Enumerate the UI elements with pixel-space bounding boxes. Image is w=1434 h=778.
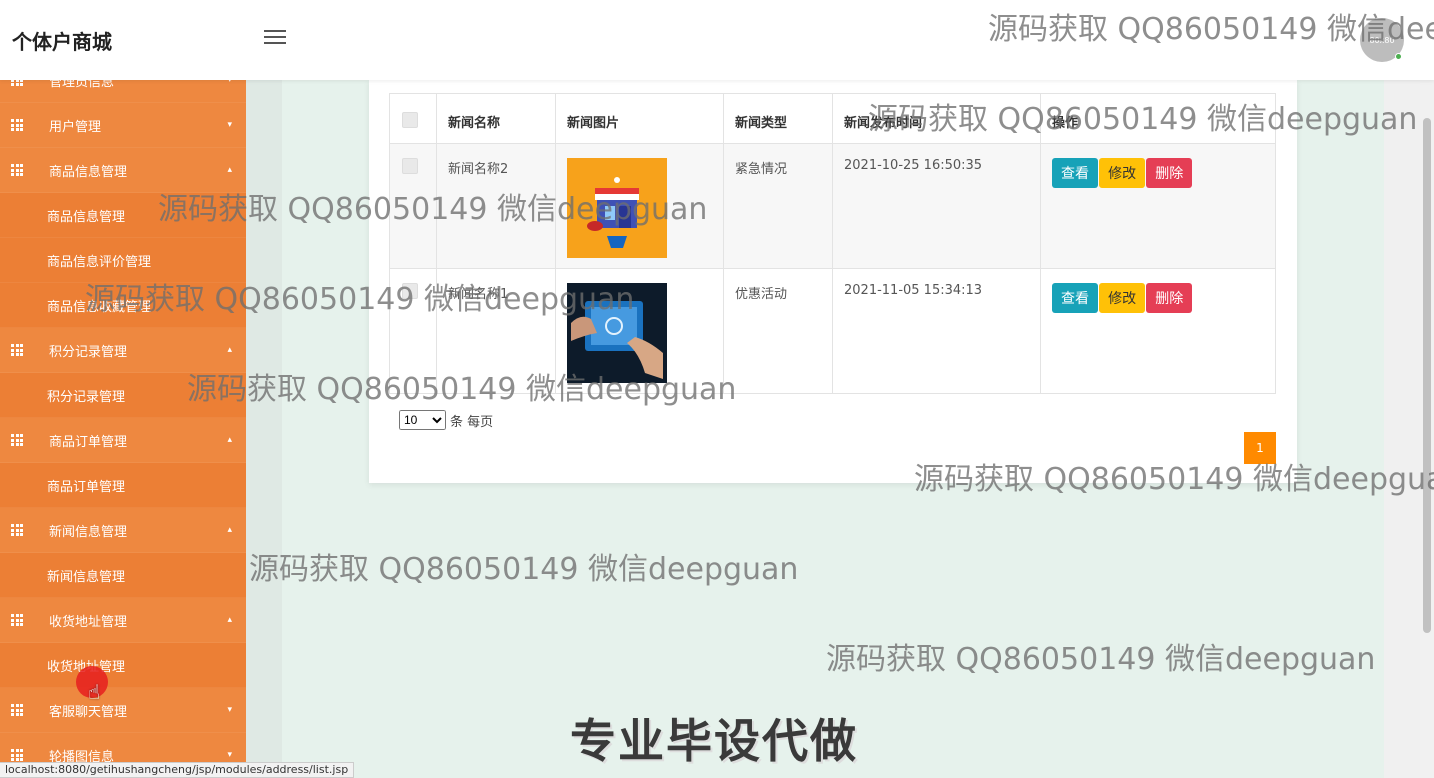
grid-icon	[11, 164, 23, 176]
sidebar-subitem-goods[interactable]: 商品信息管理	[0, 193, 246, 238]
sidebar-subitem-goods-favorite[interactable]: 商品信息收藏管理	[0, 283, 246, 328]
sidebar-item-chat[interactable]: 客服聊天管理 ▾	[0, 688, 246, 733]
view-button[interactable]: 查看	[1052, 283, 1098, 313]
caret-down-icon: ▾	[227, 705, 232, 715]
column-header[interactable]: 新闻名称	[436, 93, 556, 144]
grid-icon	[11, 614, 23, 626]
sidebar-item-address[interactable]: 收货地址管理 ▴	[0, 598, 246, 643]
sidebar-item-label: 用户管理	[49, 119, 102, 135]
table-row: 新闻名称1 优惠活动 2021-11-05 15:34:13 查看 修改 删除	[389, 268, 1276, 394]
sidebar-subitem-label: 积分记录管理	[47, 389, 126, 405]
content-left-gutter	[246, 80, 282, 778]
row-checkbox[interactable]	[402, 158, 418, 174]
sidebar-item-label: 积分记录管理	[49, 344, 128, 360]
sidebar-subitem-news[interactable]: 新闻信息管理	[0, 553, 246, 598]
sidebar-subitem-label: 新闻信息管理	[47, 569, 126, 585]
sidebar-item-goods[interactable]: 商品信息管理 ▴	[0, 148, 246, 193]
column-header: 操作	[1040, 93, 1276, 144]
sidebar-item-label: 商品订单管理	[49, 434, 128, 450]
sidebar-item-label: 管理员信息	[49, 80, 115, 90]
news-table: 新闻名称 新闻图片 新闻类型 新闻发布时间 操作 新闻名称2 紧急情况 2021…	[389, 93, 1276, 394]
grid-icon	[11, 704, 23, 716]
grid-icon	[11, 119, 23, 131]
caret-down-icon: ▾	[227, 750, 232, 760]
news-type-cell: 紧急情况	[723, 143, 833, 269]
news-time-cell: 2021-10-25 16:50:35	[832, 143, 1041, 269]
table-row: 新闻名称2 紧急情况 2021-10-25 16:50:35 查看 修改 删除	[389, 143, 1276, 269]
select-all-cell	[389, 93, 437, 144]
page-size-control: 10 条 每页	[399, 410, 493, 430]
avatar-text: 80x80	[1369, 35, 1395, 45]
news-type-cell: 优惠活动	[723, 268, 833, 394]
actions-cell: 查看 修改 删除	[1040, 268, 1276, 394]
browser-status-url: localhost:8080/getihushangcheng/jsp/modu…	[0, 762, 355, 778]
page-scrollbar[interactable]	[1420, 80, 1434, 778]
grid-icon	[11, 749, 23, 761]
sidebar-subitem-points[interactable]: 积分记录管理	[0, 373, 246, 418]
caret-down-icon: ▾	[227, 120, 232, 130]
news-name-cell: 新闻名称2	[436, 143, 556, 269]
sidebar-item-news[interactable]: 新闻信息管理 ▴	[0, 508, 246, 553]
select-all-checkbox[interactable]	[402, 112, 418, 128]
news-name-cell: 新闻名称1	[436, 268, 556, 394]
sidebar-item-admin-info[interactable]: 管理员信息 ▾	[0, 80, 246, 103]
row-select-cell	[389, 143, 437, 269]
actions-cell: 查看 修改 删除	[1040, 143, 1276, 269]
sidebar-subitem-label: 商品信息收藏管理	[47, 299, 152, 315]
sidebar-nav: 管理员信息 ▾ 用户管理 ▾ 商品信息管理 ▴ 商品信息管理 商品信息评价管理 …	[0, 80, 246, 778]
grid-icon	[11, 80, 23, 86]
sidebar-subitem-label: 商品信息评价管理	[47, 254, 152, 270]
caret-up-icon: ▴	[227, 525, 232, 535]
delete-button[interactable]: 删除	[1146, 283, 1193, 313]
brand-title: 个体户商城	[12, 30, 112, 54]
sidebar-item-label: 新闻信息管理	[49, 524, 128, 540]
news-time-cell: 2021-11-05 15:34:13	[832, 268, 1041, 394]
content-right-gutter	[1384, 80, 1420, 778]
tablet-touch-image	[567, 283, 667, 383]
edit-button[interactable]: 修改	[1099, 283, 1146, 313]
table-header-row: 新闻名称 新闻图片 新闻类型 新闻发布时间 操作	[389, 93, 1276, 144]
grid-icon	[11, 524, 23, 536]
news-image-cell	[555, 268, 724, 394]
grid-icon	[11, 344, 23, 356]
row-checkbox[interactable]	[402, 283, 418, 299]
sidebar-subitem-label: 商品信息管理	[47, 209, 126, 225]
top-header: 个体户商城 80x80	[0, 0, 1434, 80]
page-size-select[interactable]: 10	[399, 410, 446, 430]
hand-pointer-icon: ☝	[88, 680, 101, 704]
news-image-cell	[555, 143, 724, 269]
caret-down-icon: ▾	[227, 80, 232, 85]
row-select-cell	[389, 268, 437, 394]
sidebar-subitem-orders[interactable]: 商品订单管理	[0, 463, 246, 508]
scrollbar-thumb[interactable]	[1423, 118, 1431, 633]
sidebar-item-orders[interactable]: 商品订单管理 ▴	[0, 418, 246, 463]
sidebar-subitem-label: 商品订单管理	[47, 479, 126, 495]
storefront-image	[567, 158, 667, 258]
caret-up-icon: ▴	[227, 435, 232, 445]
sidebar-subitem-address[interactable]: 收货地址管理	[0, 643, 246, 688]
sidebar-item-points[interactable]: 积分记录管理 ▴	[0, 328, 246, 373]
promo-watermark: 专业毕设代做	[570, 714, 858, 768]
delete-button[interactable]: 删除	[1146, 158, 1193, 188]
page-size-suffix: 条 每页	[450, 414, 494, 430]
column-header[interactable]: 新闻发布时间	[832, 93, 1041, 144]
pagination-page-button[interactable]: 1	[1244, 432, 1276, 464]
column-header[interactable]: 新闻类型	[723, 93, 833, 144]
news-list-card: 新闻名称 新闻图片 新闻类型 新闻发布时间 操作 新闻名称2 紧急情况 2021…	[369, 80, 1297, 483]
sidebar-subitem-goods-review[interactable]: 商品信息评价管理	[0, 238, 246, 283]
caret-up-icon: ▴	[227, 345, 232, 355]
avatar[interactable]: 80x80	[1360, 18, 1404, 62]
online-status-dot	[1395, 53, 1402, 60]
sidebar-item-label: 收货地址管理	[49, 614, 128, 630]
sidebar-item-label: 商品信息管理	[49, 164, 128, 180]
view-button[interactable]: 查看	[1052, 158, 1098, 188]
edit-button[interactable]: 修改	[1099, 158, 1146, 188]
caret-up-icon: ▴	[227, 165, 232, 175]
grid-icon	[11, 434, 23, 446]
menu-toggle-icon[interactable]	[264, 30, 286, 48]
column-header[interactable]: 新闻图片	[555, 93, 724, 144]
caret-up-icon: ▴	[227, 615, 232, 625]
sidebar-item-users[interactable]: 用户管理 ▾	[0, 103, 246, 148]
